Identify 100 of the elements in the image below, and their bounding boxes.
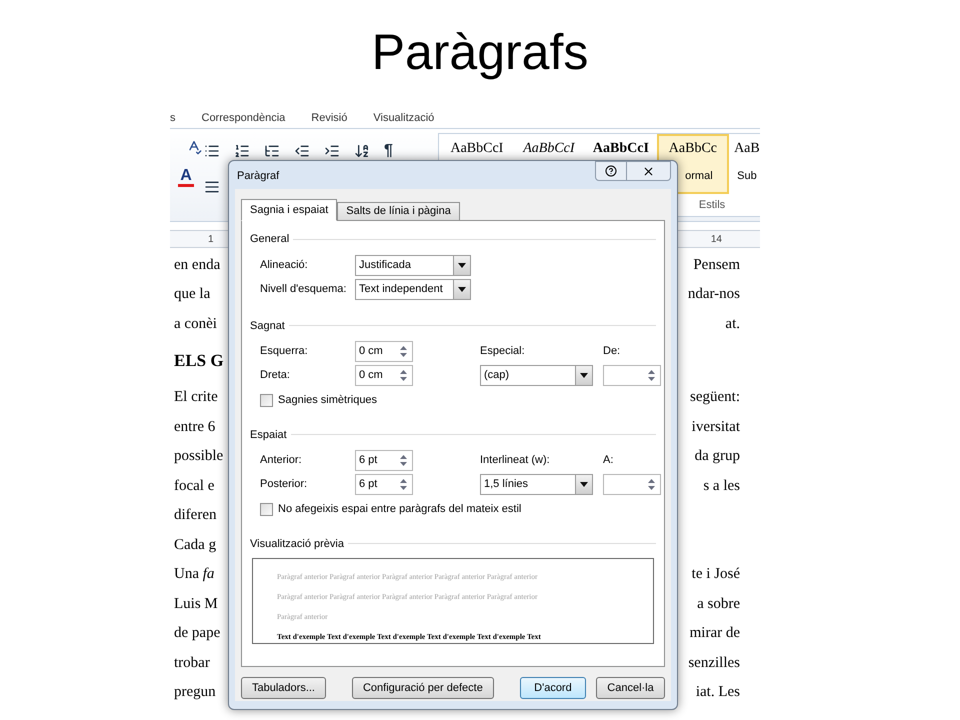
style-gallery-item[interactable]: AaB Sub — [728, 134, 760, 194]
document-text: senzilles — [688, 654, 740, 672]
field-label: A: — [603, 453, 614, 468]
up-arrow-icon[interactable] — [400, 479, 407, 483]
dialog-tab[interactable]: Salts de línia i pàgina — [337, 202, 460, 221]
group-label: Estils — [698, 198, 726, 212]
dropdown-field[interactable]: Text independent — [355, 278, 471, 300]
field-label: Nivell d'esquema: — [260, 282, 348, 296]
document-text: ndar-nos — [688, 285, 740, 304]
document-text: següent: — [690, 388, 740, 407]
dialog-button[interactable]: Cancel·la — [596, 677, 665, 699]
spin-field[interactable]: 0 cm — [355, 341, 413, 362]
justify-icon[interactable] — [204, 179, 220, 195]
up-arrow-icon[interactable] — [400, 370, 407, 374]
document-text: ELS G — [174, 350, 224, 372]
section-title: General — [250, 232, 290, 247]
ruler-number: 1 — [208, 232, 214, 246]
ribbon-tab[interactable]: Visualització — [373, 110, 434, 126]
checkbox-label: No afegeixis espai entre paràgrafs del mateix estil — [278, 502, 522, 517]
down-arrow-icon[interactable] — [400, 486, 407, 490]
document-text: de pape — [174, 624, 220, 643]
style-name: Sub — [737, 169, 757, 184]
document-text: at. — [725, 314, 740, 334]
dropdown-arrow-icon — [580, 373, 588, 378]
help-icon — [605, 165, 617, 177]
close-button[interactable] — [627, 161, 671, 181]
checkbox[interactable] — [260, 394, 273, 407]
down-arrow-icon[interactable] — [400, 462, 407, 466]
down-arrow-icon[interactable] — [400, 353, 407, 357]
document-text: focal e — [174, 476, 214, 496]
document-text: que la — [174, 285, 210, 304]
help-button[interactable] — [595, 161, 627, 181]
style-sample: AaBbCcI — [592, 140, 649, 158]
ruler-number: 14 — [710, 232, 722, 246]
spin-field[interactable] — [603, 365, 661, 386]
ribbon-tab[interactable]: s — [170, 110, 176, 126]
field-label: Posterior: — [260, 477, 308, 492]
document-text: a conèi — [174, 314, 217, 334]
dialog-button[interactable]: Configuració per defecte — [352, 677, 494, 699]
slide-title: Paràgrafs — [372, 27, 588, 77]
font-color-button[interactable]: A — [178, 167, 194, 187]
dropdown-arrow-icon — [458, 262, 466, 268]
style-name: ormal — [684, 169, 713, 184]
document-text: en enda — [174, 256, 220, 274]
sort-icon[interactable] — [354, 143, 370, 159]
spin-field[interactable]: 0 cm — [355, 365, 413, 386]
field-label: De: — [603, 344, 622, 359]
up-arrow-icon[interactable] — [400, 346, 407, 350]
document-text: diferen — [174, 506, 216, 525]
spin-field[interactable]: 6 pt — [355, 450, 413, 471]
increase-indent-icon[interactable] — [324, 143, 340, 159]
document-text: te i José — [692, 565, 740, 584]
multilevel-list-icon[interactable] — [264, 143, 280, 159]
down-arrow-icon[interactable] — [648, 377, 655, 381]
document-text: Cada g — [174, 536, 216, 554]
spin-field[interactable] — [603, 474, 661, 495]
document-text: Luis M — [174, 594, 218, 614]
style-sample: AaBbCc — [668, 140, 718, 158]
spin-field[interactable]: 6 pt — [355, 474, 413, 495]
document-text: mirar de — [690, 624, 740, 643]
document-text: s a les — [703, 476, 740, 496]
up-arrow-icon[interactable] — [648, 479, 655, 483]
field-label: Dreta: — [260, 368, 291, 383]
document-text: a sobre — [697, 594, 740, 614]
field-label: Esquerra: — [260, 344, 309, 359]
checkbox[interactable] — [260, 502, 273, 516]
style-sample: AaB — [734, 140, 760, 158]
bullet-list-icon[interactable] — [204, 143, 220, 159]
document-text: Una fa — [174, 565, 214, 584]
up-arrow-icon[interactable] — [648, 370, 655, 374]
down-arrow-icon[interactable] — [400, 377, 407, 381]
document-text: El crite — [174, 388, 218, 407]
decrease-indent-icon[interactable] — [294, 143, 310, 159]
document-text: pregun — [174, 683, 216, 702]
document-text: trobar — [174, 654, 210, 672]
document-text: da grup — [694, 447, 740, 466]
dropdown-arrow-icon — [580, 482, 588, 487]
down-arrow-icon[interactable] — [648, 486, 655, 490]
dropdown-field[interactable]: (cap) — [480, 365, 593, 386]
document-text: iversitat — [692, 418, 740, 436]
section-title: Espaiat — [250, 428, 287, 442]
dialog-button[interactable]: D'acord — [520, 677, 586, 699]
document-text: possible — [174, 447, 224, 466]
dropdown-field[interactable]: Justificada — [355, 254, 471, 276]
ribbon-tab[interactable]: Revisió — [311, 110, 348, 126]
dialog-button[interactable]: Tabuladors... — [241, 677, 326, 699]
field-label: Alineació: — [260, 258, 309, 272]
style-sample: AaBbCcI — [523, 140, 575, 158]
section-title: Visualització prèvia — [250, 536, 344, 552]
up-arrow-icon[interactable] — [400, 455, 407, 459]
document-text: Pensem — [693, 256, 740, 274]
ribbon-tab[interactable]: Correspondència — [202, 110, 286, 126]
checkbox-label: Sagnies simètriques — [278, 393, 378, 408]
numbered-list-icon[interactable] — [234, 143, 250, 159]
dropdown-field[interactable]: 1,5 línies — [480, 474, 593, 495]
dialog-tab[interactable]: Sagnia i espaiat — [241, 199, 338, 221]
section-title: Sagnat — [250, 318, 285, 334]
show-formatting-button[interactable]: ¶ — [384, 139, 393, 163]
field-label: Especial: — [480, 344, 526, 359]
close-icon — [642, 164, 655, 178]
